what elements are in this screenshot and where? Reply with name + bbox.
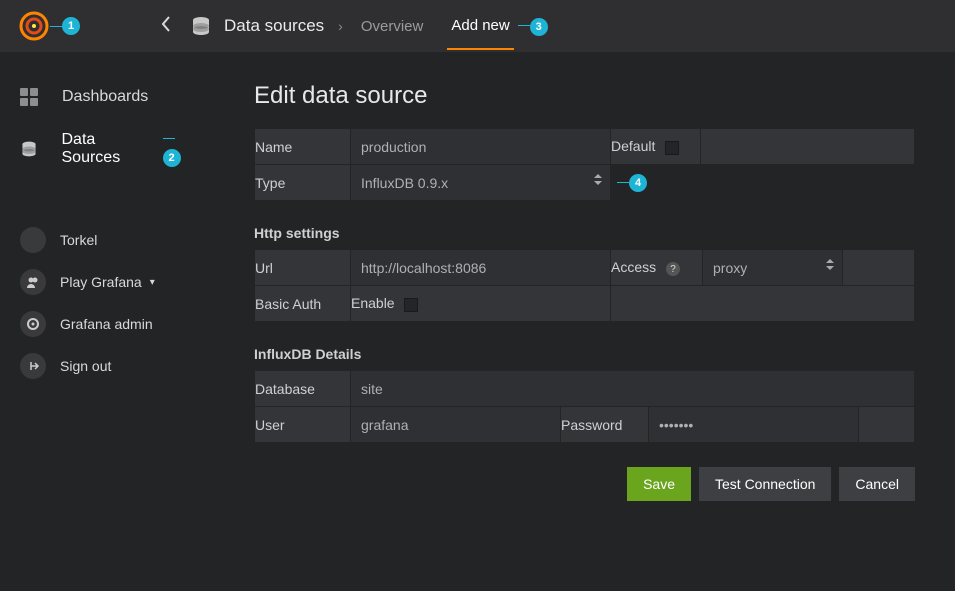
admin-label: Grafana admin — [60, 316, 153, 332]
top-bar: 1 Data sources › Overview Add new 3 — [0, 0, 955, 52]
back-chevron-icon[interactable] — [160, 15, 172, 38]
grafana-logo-icon[interactable] — [18, 10, 50, 42]
database-input[interactable] — [351, 371, 914, 406]
database-cell — [351, 371, 915, 407]
name-label: Name — [255, 129, 351, 165]
sidebar-admin[interactable]: Grafana admin — [0, 303, 212, 345]
url-input[interactable] — [351, 250, 610, 285]
password-label: Password — [561, 407, 649, 443]
user-name: Torkel — [60, 232, 97, 248]
access-cell: proxy — [703, 250, 843, 286]
user-label: User — [255, 407, 351, 443]
sidebar-item-label: Data Sources — [62, 131, 157, 167]
users-icon — [20, 269, 46, 295]
default-label: Default — [611, 138, 655, 154]
sidebar-user[interactable]: Torkel — [0, 219, 212, 261]
type-label: Type — [255, 165, 351, 201]
main-content: Edit data source Name Default Type Influ… — [212, 52, 955, 591]
sidebar-item-label: Dashboards — [62, 88, 148, 106]
sidebar-org-switcher[interactable]: Play Grafana ▾ — [0, 261, 212, 303]
database-icon — [20, 140, 46, 158]
influxdb-details-heading: InfluxDB Details — [254, 346, 915, 362]
annotation-marker-1: 1 — [62, 17, 80, 35]
cancel-button[interactable]: Cancel — [839, 467, 915, 501]
password-input[interactable] — [649, 407, 858, 442]
user-cell — [351, 407, 561, 443]
database-label: Database — [255, 371, 351, 407]
type-cell: InfluxDB 0.9.x — [351, 165, 611, 201]
enable-cell: Enable — [351, 286, 611, 322]
name-input[interactable] — [351, 129, 610, 164]
breadcrumb-root[interactable]: Data sources — [224, 16, 324, 36]
sidebar-item-data-sources[interactable]: Data Sources 2 — [0, 118, 212, 179]
basic-auth-label: Basic Auth — [255, 286, 351, 322]
tab-overview[interactable]: Overview — [357, 4, 428, 49]
basic-auth-checkbox[interactable] — [404, 298, 418, 312]
org-name: Play Grafana — [60, 274, 142, 290]
access-label-cell: Access ? — [611, 250, 703, 286]
signout-icon — [20, 353, 46, 379]
sidebar-signout[interactable]: Sign out — [0, 345, 212, 387]
type-select[interactable]: InfluxDB 0.9.x — [351, 165, 610, 200]
annotation-marker-4: 4 — [629, 174, 647, 192]
influxdb-details-table: Database User Password — [254, 370, 915, 443]
http-settings-heading: Http settings — [254, 225, 915, 241]
name-cell — [351, 129, 611, 165]
database-icon — [190, 15, 212, 37]
default-cell: Default — [611, 129, 701, 165]
annotation-marker-2: 2 — [163, 149, 181, 167]
tab-add-new[interactable]: Add new — [447, 3, 513, 50]
help-icon[interactable]: ? — [666, 262, 680, 276]
url-cell — [351, 250, 611, 286]
url-label: Url — [255, 250, 351, 286]
test-connection-button[interactable]: Test Connection — [699, 467, 831, 501]
default-checkbox[interactable] — [665, 141, 679, 155]
annotation-marker-3: 3 — [530, 18, 548, 36]
access-select[interactable]: proxy — [703, 250, 842, 285]
signout-label: Sign out — [60, 358, 111, 374]
button-row: Save Test Connection Cancel — [254, 467, 915, 501]
dashboards-icon — [20, 88, 46, 106]
chevron-right-icon: › — [338, 18, 343, 34]
password-cell — [649, 407, 859, 443]
enable-label: Enable — [351, 295, 395, 311]
sidebar-item-dashboards[interactable]: Dashboards — [0, 76, 212, 118]
sidebar: Dashboards Data Sources 2 Torkel Play Gr… — [0, 52, 212, 591]
datasource-basic-table: Name Default Type InfluxDB 0.9.x 4 — [254, 128, 915, 201]
caret-down-icon: ▾ — [150, 277, 155, 288]
user-avatar — [20, 227, 46, 253]
access-label: Access — [611, 259, 656, 275]
save-button[interactable]: Save — [627, 467, 691, 501]
user-input[interactable] — [351, 407, 560, 442]
gear-icon — [20, 311, 46, 337]
page-title: Edit data source — [254, 82, 915, 110]
http-settings-table: Url Access ? proxy Basic Auth Enable — [254, 249, 915, 322]
